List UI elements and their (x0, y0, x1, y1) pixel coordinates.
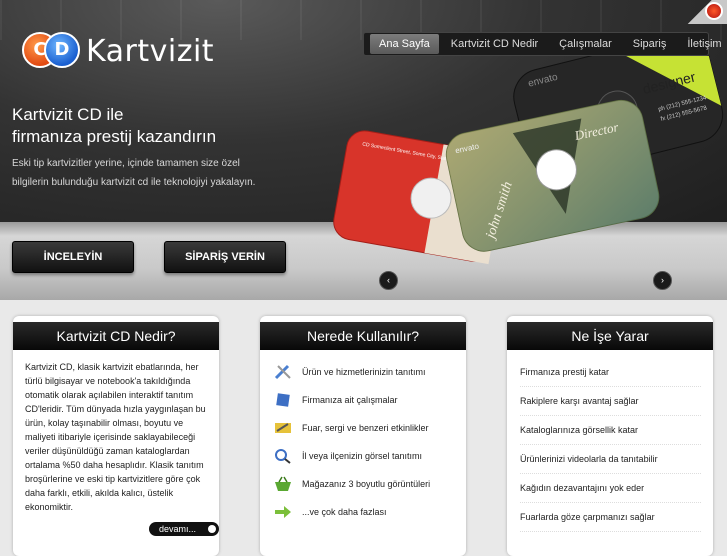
list-item: Fuarlarda göze çarpmanızı sağlar (520, 503, 701, 532)
where-used-title: Nerede Kullanılır? (260, 322, 466, 350)
slider-next-icon[interactable]: › (653, 271, 672, 290)
arrow-icon (274, 504, 292, 520)
nav-order[interactable]: Sipariş (624, 34, 676, 54)
benefits-panel: Ne İşe Yarar Firmanıza prestij katar Rak… (507, 316, 713, 556)
benefits-title: Ne İşe Yarar (507, 322, 713, 350)
main-nav: Ana Sayfa Kartvizit CD Nedir Çalışmalar … (363, 32, 722, 56)
where-used-list: Ürün ve hizmetlerinizin tanıtımı Firmanı… (260, 350, 466, 526)
hero-title: Kartvizit CD ile firmanıza prestij kazan… (12, 104, 216, 148)
hero-title-line2: firmanıza prestij kazandırın (12, 127, 217, 146)
nav-home[interactable]: Ana Sayfa (370, 34, 439, 54)
where-used-panel: Nerede Kullanılır? Ürün ve hizmetleriniz… (260, 316, 466, 556)
list-item: Kataloglarınıza görsellik katar (520, 416, 701, 445)
list-item: Ürün ve hizmetlerinizin tanıtımı (274, 358, 452, 386)
list-item: İl veya ilçenizin görsel tanıtımı (274, 442, 452, 470)
list-item: Ürünlerinizi videolarla da tanıtabilir (520, 445, 701, 474)
box-icon (274, 392, 292, 408)
hero-text: Eski tip kartvizitler yerine, içinde tam… (12, 158, 256, 188)
cd-logo-icon: C D (22, 30, 80, 72)
business-card-cds: envato designer ph (212) 555-1234 fx (21… (333, 56, 724, 265)
list-item: Rakiplere karşı avantaj sağlar (520, 387, 701, 416)
peel-badge-icon (705, 2, 723, 20)
hero-title-line1: Kartvizit CD ile (12, 105, 124, 124)
logo-letter-d: D (44, 32, 80, 68)
nav-works[interactable]: Çalışmalar (550, 34, 621, 54)
explore-button[interactable]: İNCELEYİN (12, 241, 134, 273)
tools-icon (274, 364, 292, 380)
nav-what-is[interactable]: Kartvizit CD Nedir (442, 34, 547, 54)
list-item: Firmanıza prestij katar (520, 358, 701, 387)
what-is-body: Kartvizit CD, klasik kartvizit ebatların… (25, 362, 206, 512)
list-item: Mağazanız 3 boyutlu görüntüleri (274, 470, 452, 498)
site-logo[interactable]: C D Kartvizit (22, 30, 214, 72)
read-more-button[interactable]: devamı... (149, 522, 219, 536)
list-item: Firmanıza ait çalışmalar (274, 386, 452, 414)
nav-contact[interactable]: İletişim (678, 34, 727, 54)
basket-icon (274, 476, 292, 492)
list-item: ...ve çok daha fazlası (274, 498, 452, 526)
director-card: Director john smith envato (445, 99, 660, 252)
brand-name: Kartvizit (86, 33, 215, 69)
list-item: Kağıdın dezavantajını yok eder (520, 474, 701, 503)
what-is-title: Kartvizit CD Nedir? (13, 322, 219, 350)
list-item: Fuar, sergi ve benzeri etkinlikler (274, 414, 452, 442)
order-button[interactable]: SİPARİŞ VERİN (164, 241, 286, 273)
what-is-panel: Kartvizit CD Nedir? Kartvizit CD, klasik… (13, 316, 219, 556)
pencil-icon (274, 420, 292, 436)
magnifier-icon (274, 448, 292, 464)
benefits-list: Firmanıza prestij katar Rakiplere karşı … (507, 350, 713, 532)
slider-prev-icon[interactable]: ‹ (379, 271, 398, 290)
page-corner[interactable] (685, 0, 727, 24)
